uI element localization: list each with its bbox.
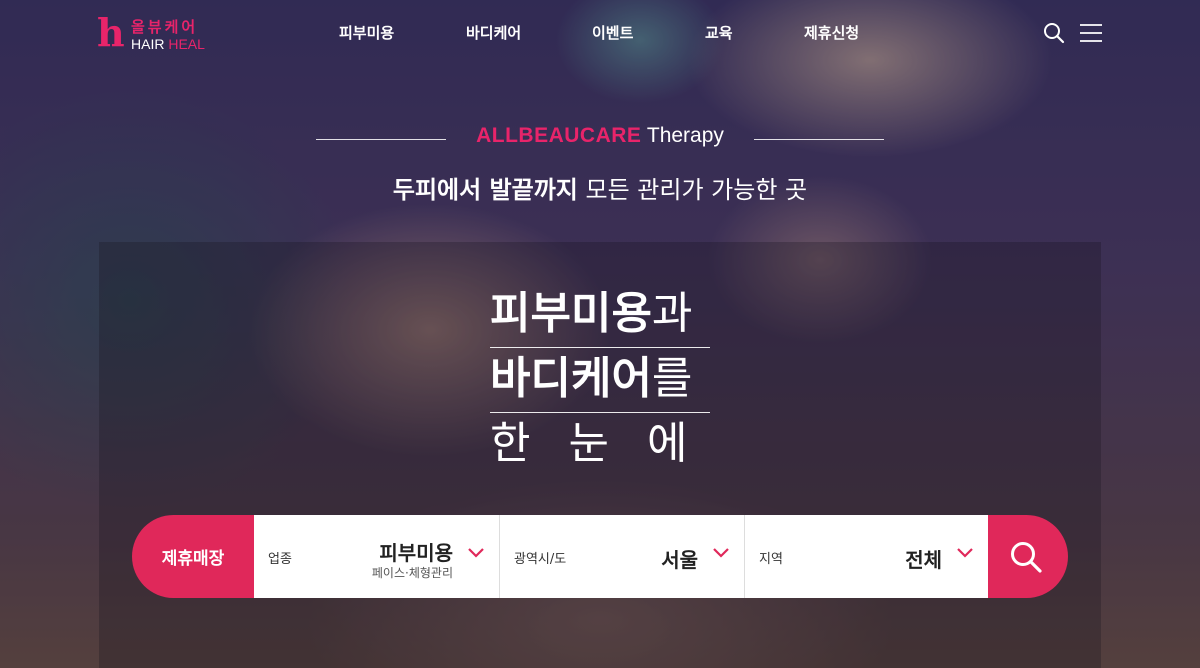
hero-subtitle-brand: ALLBEAUCARE [476, 124, 642, 147]
logo-mark: h [97, 10, 125, 55]
logo-heal: HEAL [168, 36, 205, 52]
field-value: 서울 [661, 548, 698, 572]
logo-hair: HAIR [131, 36, 165, 52]
hero-tagline-strong: 두피에서 발끝까지 [392, 176, 578, 204]
hamburger-menu-icon[interactable] [1079, 22, 1103, 44]
chevron-down-icon [713, 548, 729, 558]
logo-korean-name: 올뷰케어 [131, 18, 199, 36]
hero-tagline: 두피에서 발끝까지 모든 관리가 가능한 곳 [0, 170, 1200, 205]
headline-at-a-glance: 한눈에 [490, 418, 726, 469]
nav-item-body-care[interactable]: 바디케어 [466, 22, 521, 43]
headline-object-particle: 를 [651, 353, 693, 404]
district-select[interactable]: 지역 전체 [744, 515, 988, 598]
headline-body-care: 바디케어 [490, 353, 652, 404]
nav-item-partnership[interactable]: 제휴신청 [804, 22, 859, 43]
field-key: 업종 [268, 552, 292, 567]
business-type-select[interactable]: 업종 피부미용 페이스·체형관리 [254, 515, 499, 598]
headline-line-2: 바디케어를 [490, 348, 710, 412]
headline-line-1: 피부미용과 [490, 283, 710, 347]
search-submit-button[interactable] [988, 515, 1068, 598]
nav-item-education[interactable]: 교육 [705, 22, 733, 43]
field-value: 피부미용 [379, 541, 453, 565]
search-icon[interactable] [1043, 22, 1065, 44]
store-search-bar: 제휴매장 업종 피부미용 페이스·체형관리 광역시/도 서울 지역 전체 [132, 515, 1068, 598]
headline-and: 과 [651, 288, 693, 339]
logo-english-name: HAIR HEAL [131, 36, 205, 52]
search-icon [1011, 542, 1042, 573]
headline-skin-care: 피부미용 [490, 288, 652, 339]
chevron-down-icon [957, 548, 973, 558]
hero-subtitle-rest: Therapy [641, 124, 724, 147]
nav-item-event[interactable]: 이벤트 [592, 22, 633, 43]
search-bar-label: 제휴매장 [132, 515, 254, 598]
field-key: 지역 [759, 552, 783, 567]
chevron-down-icon [468, 548, 484, 558]
site-logo[interactable]: h 올뷰케어 HAIR HEAL [97, 14, 217, 56]
field-value: 전체 [905, 548, 942, 572]
site-header: h 올뷰케어 HAIR HEAL 피부미용 바디케어 이벤트 교육 제휴신청 [0, 0, 1200, 68]
province-select[interactable]: 광역시/도 서울 [499, 515, 744, 598]
hero-headline: 피부미용과 바디케어를 한눈에 [490, 283, 710, 477]
nav-item-skin-care[interactable]: 피부미용 [339, 22, 394, 43]
hero-subtitle: ALLBEAUCARE Therapy [0, 124, 1200, 148]
field-key: 광역시/도 [514, 552, 567, 567]
field-subvalue: 페이스·체형관리 [371, 566, 453, 580]
hero-tagline-rest: 모든 관리가 가능한 곳 [577, 176, 808, 204]
